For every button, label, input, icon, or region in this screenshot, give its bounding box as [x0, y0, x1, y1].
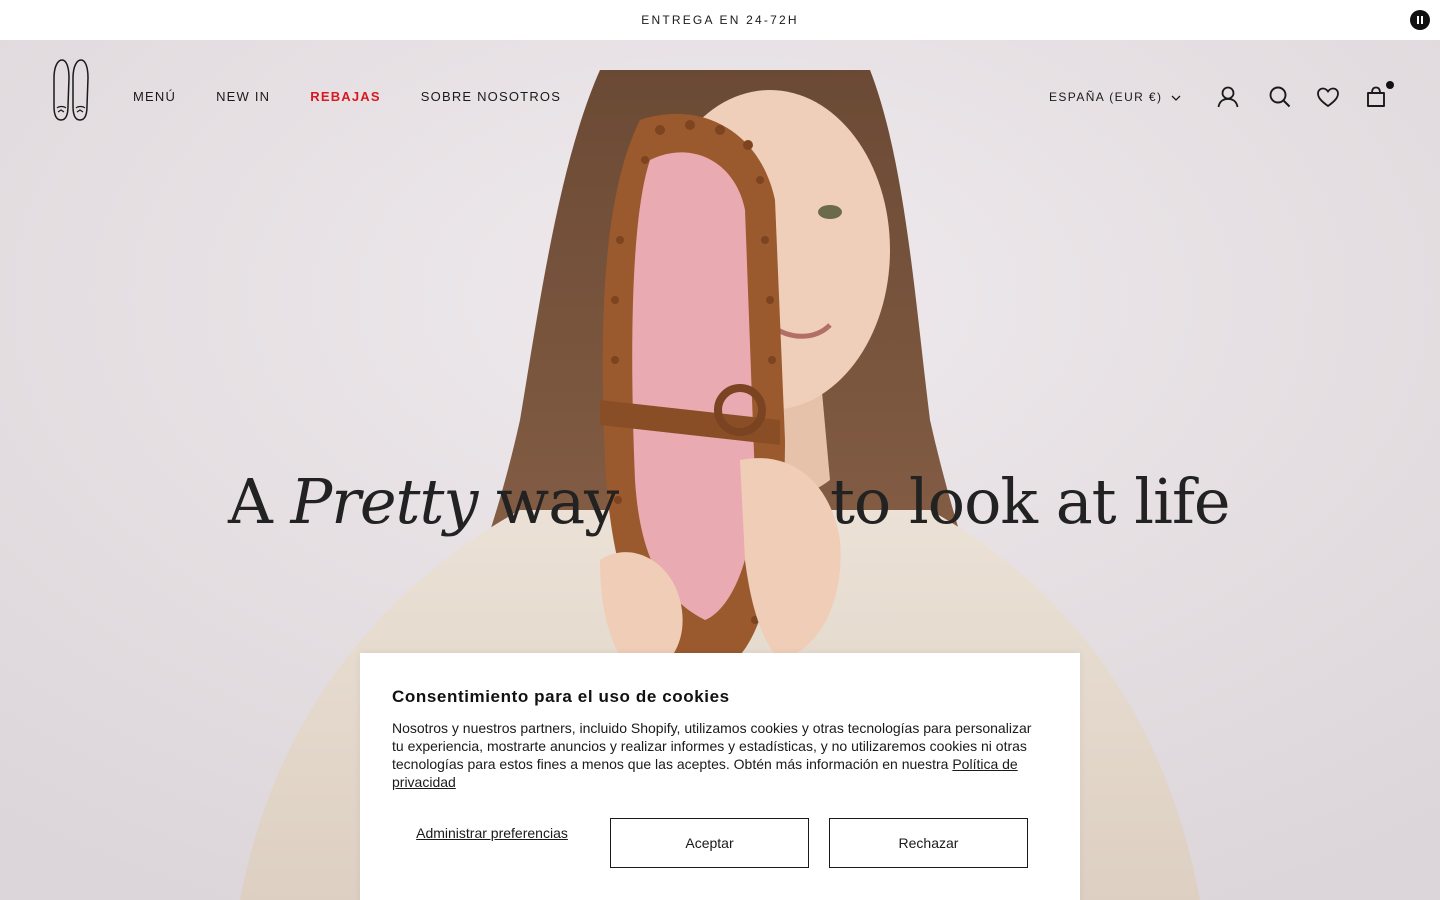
cookie-consent-dialog: Consentimiento para el uso de cookies No…: [360, 653, 1080, 900]
nav-item-menu[interactable]: MENÚ: [133, 89, 176, 104]
cookie-title: Consentimiento para el uso de cookies: [392, 687, 730, 706]
search-icon[interactable]: [1267, 84, 1293, 110]
cookie-body: Nosotros y nuestros partners, incluido S…: [392, 719, 1042, 791]
chevron-down-icon: [1171, 90, 1181, 104]
site-header: MENÚ NEW IN REBAJAS SOBRE NOSOTROS ESPAÑ…: [0, 40, 1440, 155]
country-selector[interactable]: ESPAÑA (EUR €): [1049, 90, 1181, 104]
cookie-actions: Administrar preferencias Aceptar Rechaza…: [392, 818, 1048, 868]
announcement-bar: ENTREGA EN 24-72H: [0, 0, 1440, 40]
wishlist-heart-icon[interactable]: [1315, 84, 1341, 110]
cart-bag-icon[interactable]: [1363, 84, 1389, 110]
cart-indicator-dot: [1386, 81, 1394, 89]
manage-preferences-link[interactable]: Administrar preferencias: [392, 825, 592, 842]
hero-headline-left: A Pretty way: [228, 465, 619, 538]
nav-item-new-in[interactable]: NEW IN: [216, 89, 270, 104]
nav-item-sobre-nosotros[interactable]: SOBRE NOSOTROS: [421, 89, 561, 104]
country-selector-label: ESPAÑA (EUR €): [1049, 90, 1163, 104]
pause-icon[interactable]: [1410, 10, 1430, 30]
headline-word-way: way: [496, 465, 619, 538]
ballerina-shoes-logo-icon[interactable]: [50, 58, 92, 124]
headline-word-a: A: [228, 465, 273, 538]
headline-word-pretty: Pretty: [290, 465, 479, 538]
main-nav: MENÚ NEW IN REBAJAS SOBRE NOSOTROS: [133, 89, 601, 104]
cookie-body-text: Nosotros y nuestros partners, incluido S…: [392, 720, 1032, 772]
hero-headline-right: to look at life: [830, 465, 1231, 538]
accept-button[interactable]: Aceptar: [610, 818, 809, 868]
announcement-text: ENTREGA EN 24-72H: [641, 13, 799, 27]
reject-button[interactable]: Rechazar: [829, 818, 1028, 868]
account-icon[interactable]: [1215, 84, 1241, 110]
nav-item-rebajas[interactable]: REBAJAS: [310, 89, 381, 104]
